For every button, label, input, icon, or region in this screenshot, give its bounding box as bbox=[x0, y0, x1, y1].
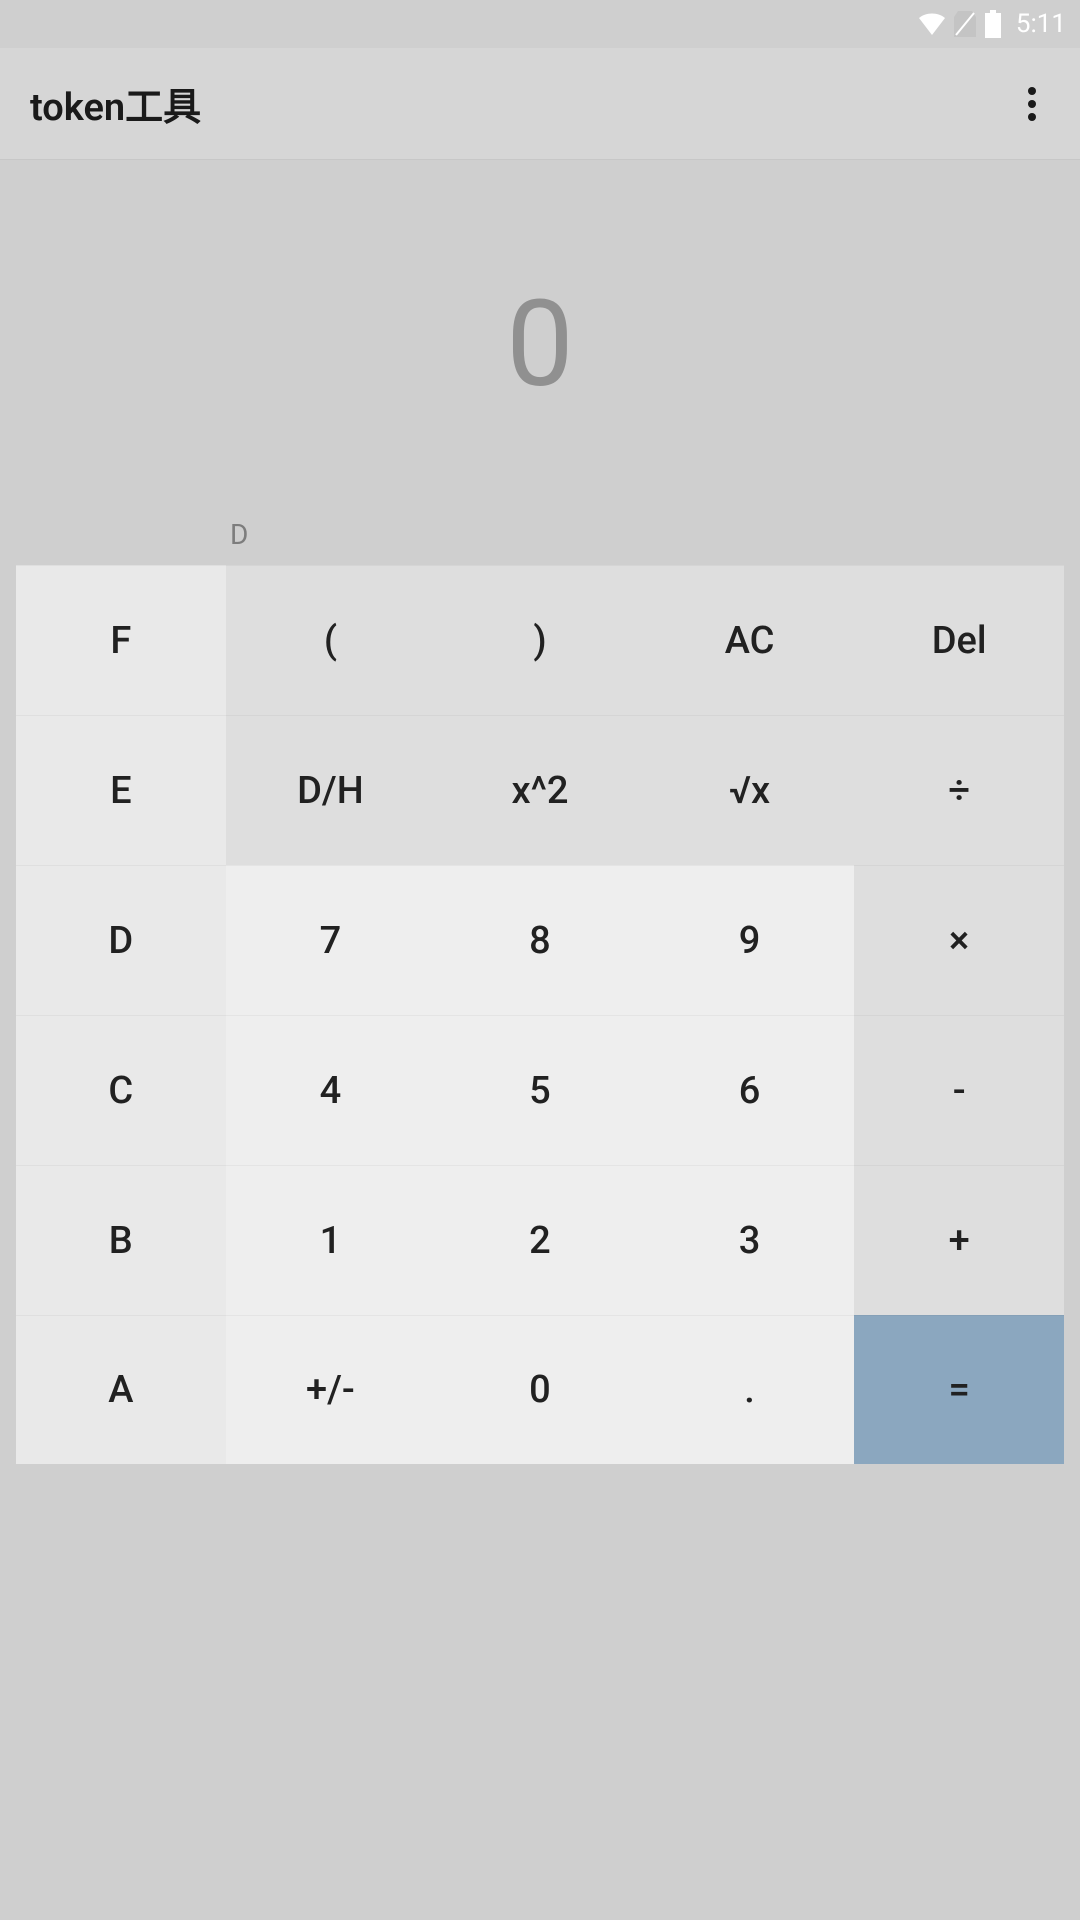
key-9[interactable]: 9 bbox=[645, 865, 855, 1015]
key-close-paren[interactable]: ) bbox=[435, 565, 645, 715]
key-e[interactable]: E bbox=[16, 715, 226, 865]
more-icon[interactable] bbox=[1008, 80, 1056, 128]
key-5[interactable]: 5 bbox=[435, 1015, 645, 1165]
display-value: 0 bbox=[0, 275, 1080, 415]
key-ac[interactable]: AC bbox=[645, 565, 855, 715]
key-minus[interactable]: - bbox=[854, 1015, 1064, 1165]
key-plus[interactable]: + bbox=[854, 1165, 1064, 1315]
key-8[interactable]: 8 bbox=[435, 865, 645, 1015]
key-2[interactable]: 2 bbox=[435, 1165, 645, 1315]
key-equals[interactable]: = bbox=[854, 1315, 1064, 1464]
key-6[interactable]: 6 bbox=[645, 1015, 855, 1165]
key-0[interactable]: 0 bbox=[435, 1315, 645, 1464]
key-dh[interactable]: D/H bbox=[226, 715, 436, 865]
key-f[interactable]: F bbox=[16, 565, 226, 715]
key-divide[interactable]: ÷ bbox=[854, 715, 1064, 865]
key-open-paren[interactable]: ( bbox=[226, 565, 436, 715]
key-sign[interactable]: +/- bbox=[226, 1315, 436, 1464]
keypad: F ( ) AC Del E D/H x^2 √x ÷ D 7 8 9 × C … bbox=[16, 565, 1064, 1464]
wifi-icon bbox=[918, 13, 946, 35]
key-sqrt[interactable]: √x bbox=[645, 715, 855, 865]
key-d[interactable]: D bbox=[16, 865, 226, 1015]
key-a[interactable]: A bbox=[16, 1315, 226, 1464]
key-b[interactable]: B bbox=[16, 1165, 226, 1315]
key-c[interactable]: C bbox=[16, 1015, 226, 1165]
app-title: token工具 bbox=[30, 76, 201, 131]
key-4[interactable]: 4 bbox=[226, 1015, 436, 1165]
key-1[interactable]: 1 bbox=[226, 1165, 436, 1315]
status-bar: 5:11 bbox=[0, 0, 1080, 48]
key-square[interactable]: x^2 bbox=[435, 715, 645, 865]
key-multiply[interactable]: × bbox=[854, 865, 1064, 1015]
key-7[interactable]: 7 bbox=[226, 865, 436, 1015]
sim-icon bbox=[954, 11, 976, 37]
key-dot[interactable]: . bbox=[645, 1315, 855, 1464]
status-time: 5:11 bbox=[1016, 9, 1066, 39]
key-del[interactable]: Del bbox=[854, 565, 1064, 715]
key-3[interactable]: 3 bbox=[645, 1165, 855, 1315]
battery-icon bbox=[984, 10, 1002, 38]
calculator-display: 0 D bbox=[0, 160, 1080, 565]
mode-indicator: D bbox=[230, 518, 248, 551]
app-bar: token工具 bbox=[0, 48, 1080, 160]
